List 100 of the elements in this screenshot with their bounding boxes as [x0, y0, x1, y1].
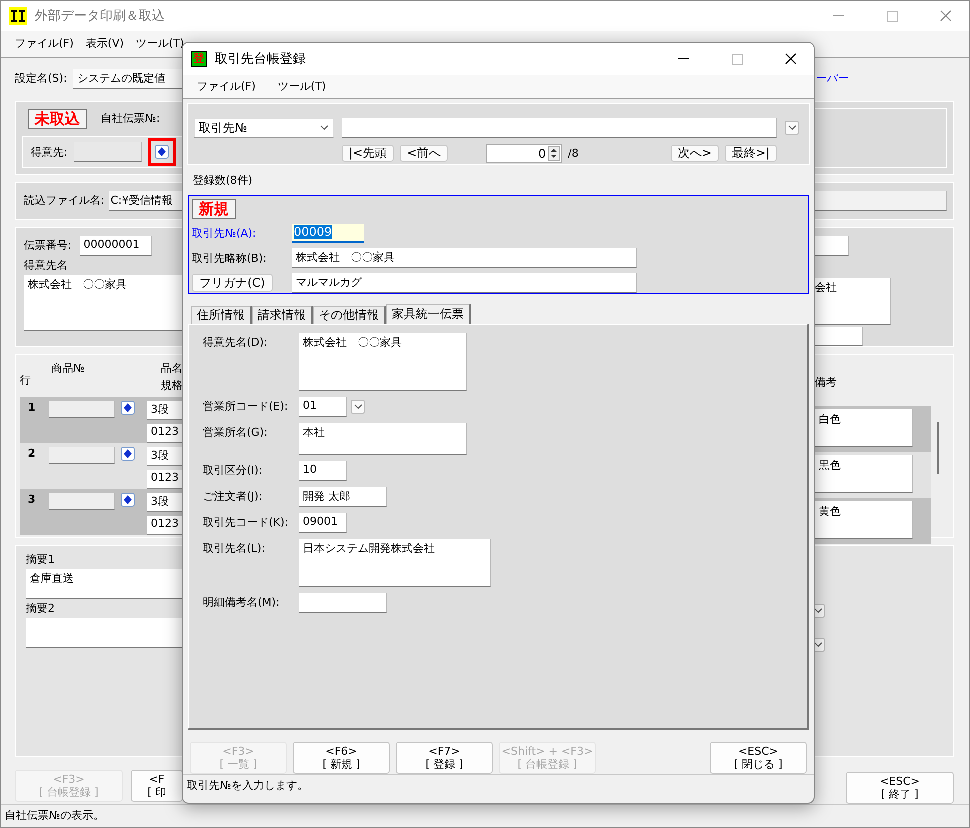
- search-field[interactable]: [342, 118, 777, 138]
- input-field[interactable]: [49, 492, 115, 510]
- field-label: 取引先略称(B):: [192, 250, 268, 266]
- field-label: 取引先コード(K):: [203, 515, 290, 531]
- column-header: 備考: [814, 374, 838, 390]
- function-key-button[interactable]: <ESC> [ 閉じる ]: [710, 742, 807, 774]
- input-field[interactable]: 10: [299, 461, 347, 481]
- chevron-icon: [814, 642, 822, 648]
- input-field[interactable]: [74, 142, 142, 162]
- function-key-button[interactable]: <F6> [ 新規 ]: [293, 742, 390, 774]
- kana-button[interactable]: フリガナ(C): [192, 274, 273, 292]
- text-area[interactable]: 倉庫直送: [26, 568, 183, 599]
- column-header: 品名: [161, 360, 183, 376]
- input-field[interactable]: [49, 400, 115, 418]
- menu-item[interactable]: ファイル(F): [197, 79, 256, 94]
- spin-arrows-icon[interactable]: [548, 146, 560, 161]
- text-area[interactable]: 日本システム開発株式会社: [299, 539, 491, 587]
- field-label: 自社伝票№:: [101, 111, 160, 126]
- menu-item[interactable]: ファイル(F): [15, 36, 74, 52]
- field-label: 営業所名(G):: [203, 425, 269, 441]
- nav-button[interactable]: <前へ: [400, 145, 448, 162]
- row-number: 1: [28, 400, 37, 416]
- app-icon: [9, 7, 27, 25]
- field-label: 読込ファイル名:: [24, 193, 105, 208]
- input-field[interactable]: 01: [299, 397, 347, 417]
- function-key-button[interactable]: <F [ 印: [131, 770, 183, 802]
- close-icon: [940, 10, 952, 22]
- menu-item[interactable]: 表示(V): [86, 36, 124, 52]
- diamond-icon: [121, 400, 135, 415]
- status-badge: 未取込: [28, 108, 87, 129]
- spin-field[interactable]: 0: [486, 144, 562, 163]
- minimize-icon: [678, 58, 688, 60]
- minimize-icon: [832, 15, 844, 17]
- function-key-button[interactable]: <F7> [ 登録 ]: [396, 742, 493, 774]
- dropdown-button[interactable]: [785, 121, 799, 135]
- chevron-icon: [788, 125, 796, 131]
- maximize-icon: [732, 54, 742, 64]
- field-label: 摘要2: [26, 600, 56, 616]
- diamond-button[interactable]: [121, 400, 135, 415]
- dropdown-field[interactable]: システムの既定値: [73, 68, 185, 89]
- function-key-button[interactable]: <ESC> [ 終了 ]: [846, 772, 954, 804]
- diamond-button[interactable]: [121, 492, 135, 507]
- input-field[interactable]: 開発 太郎: [299, 487, 387, 507]
- menu-item[interactable]: ツール(T): [278, 79, 326, 94]
- table-cell: 0123: [147, 516, 183, 535]
- close-icon: [785, 53, 797, 65]
- mode-badge: 新規: [192, 199, 236, 219]
- column-header: 行: [20, 372, 32, 388]
- column-header: 規格: [161, 378, 183, 393]
- chevron-icon: [354, 404, 362, 410]
- record-count: 登録数(8件): [193, 172, 253, 188]
- input-field[interactable]: [49, 446, 115, 464]
- field-label: 営業所コード(E):: [203, 399, 290, 415]
- tab[interactable]: 家具統一伝票: [386, 304, 471, 324]
- status-text: 自社伝票№の表示。: [5, 808, 104, 824]
- input-field[interactable]: 00009: [292, 224, 364, 243]
- table-cell: 3段: [147, 492, 183, 512]
- diamond-button[interactable]: [121, 446, 135, 461]
- field-label: 摘要1: [26, 552, 56, 567]
- tab[interactable]: 住所情報: [191, 306, 252, 324]
- input-field[interactable]: 00000001: [80, 236, 152, 256]
- nav-button[interactable]: 次へ>: [670, 145, 719, 162]
- table-cell: 黄色: [813, 500, 913, 539]
- input-field[interactable]: マルマルカグ: [292, 273, 637, 293]
- table-cell: 白色: [813, 408, 913, 447]
- nav-button[interactable]: 最終>|: [724, 145, 777, 162]
- field-label: 得意先名: [24, 258, 69, 273]
- diamond-icon: [121, 492, 135, 507]
- table-cell: 黒色: [813, 454, 913, 493]
- row-number: 3: [28, 492, 37, 508]
- menu-item[interactable]: ツール(T): [136, 36, 184, 52]
- window-title: 取引先台帳登録: [215, 51, 307, 68]
- tab[interactable]: その他情報: [313, 306, 386, 324]
- field-label: 明細備考名(M):: [203, 595, 281, 611]
- tab[interactable]: 請求情報: [252, 306, 313, 324]
- field-label: 設定名(S):: [15, 71, 68, 86]
- scrollbar-thumb[interactable]: [937, 422, 940, 474]
- dropdown-button[interactable]: [351, 400, 365, 414]
- field-label: ご注文者(J):: [203, 489, 264, 505]
- chevron-icon: [814, 608, 822, 614]
- chevron-icon: [320, 125, 329, 131]
- text-area[interactable]: 本社: [299, 423, 467, 455]
- diamond-icon: [121, 446, 135, 461]
- total-count: /8: [568, 147, 579, 160]
- table-cell: 3段: [147, 400, 183, 420]
- input-field[interactable]: 株式会社 〇〇家具: [292, 248, 637, 268]
- field-label: 伝票番号:: [24, 238, 72, 254]
- lookup-button[interactable]: [148, 138, 176, 166]
- row-number: 2: [28, 446, 37, 462]
- input-field[interactable]: 09001: [299, 513, 347, 533]
- text-area[interactable]: 株式会社 〇〇家具: [24, 274, 183, 331]
- input-field[interactable]: C:¥受信情報: [108, 190, 183, 211]
- dropdown-field[interactable]: 取引先№: [194, 118, 334, 138]
- input-field[interactable]: [299, 593, 387, 613]
- text-area[interactable]: [26, 618, 183, 648]
- app-icon: 登: [191, 51, 207, 67]
- nav-button[interactable]: |<先頭: [342, 145, 394, 162]
- window-title: 外部データ印刷＆取込: [35, 8, 166, 25]
- link-text[interactable]: ーパー: [816, 71, 849, 86]
- text-area[interactable]: 株式会社 〇〇家具: [299, 333, 467, 391]
